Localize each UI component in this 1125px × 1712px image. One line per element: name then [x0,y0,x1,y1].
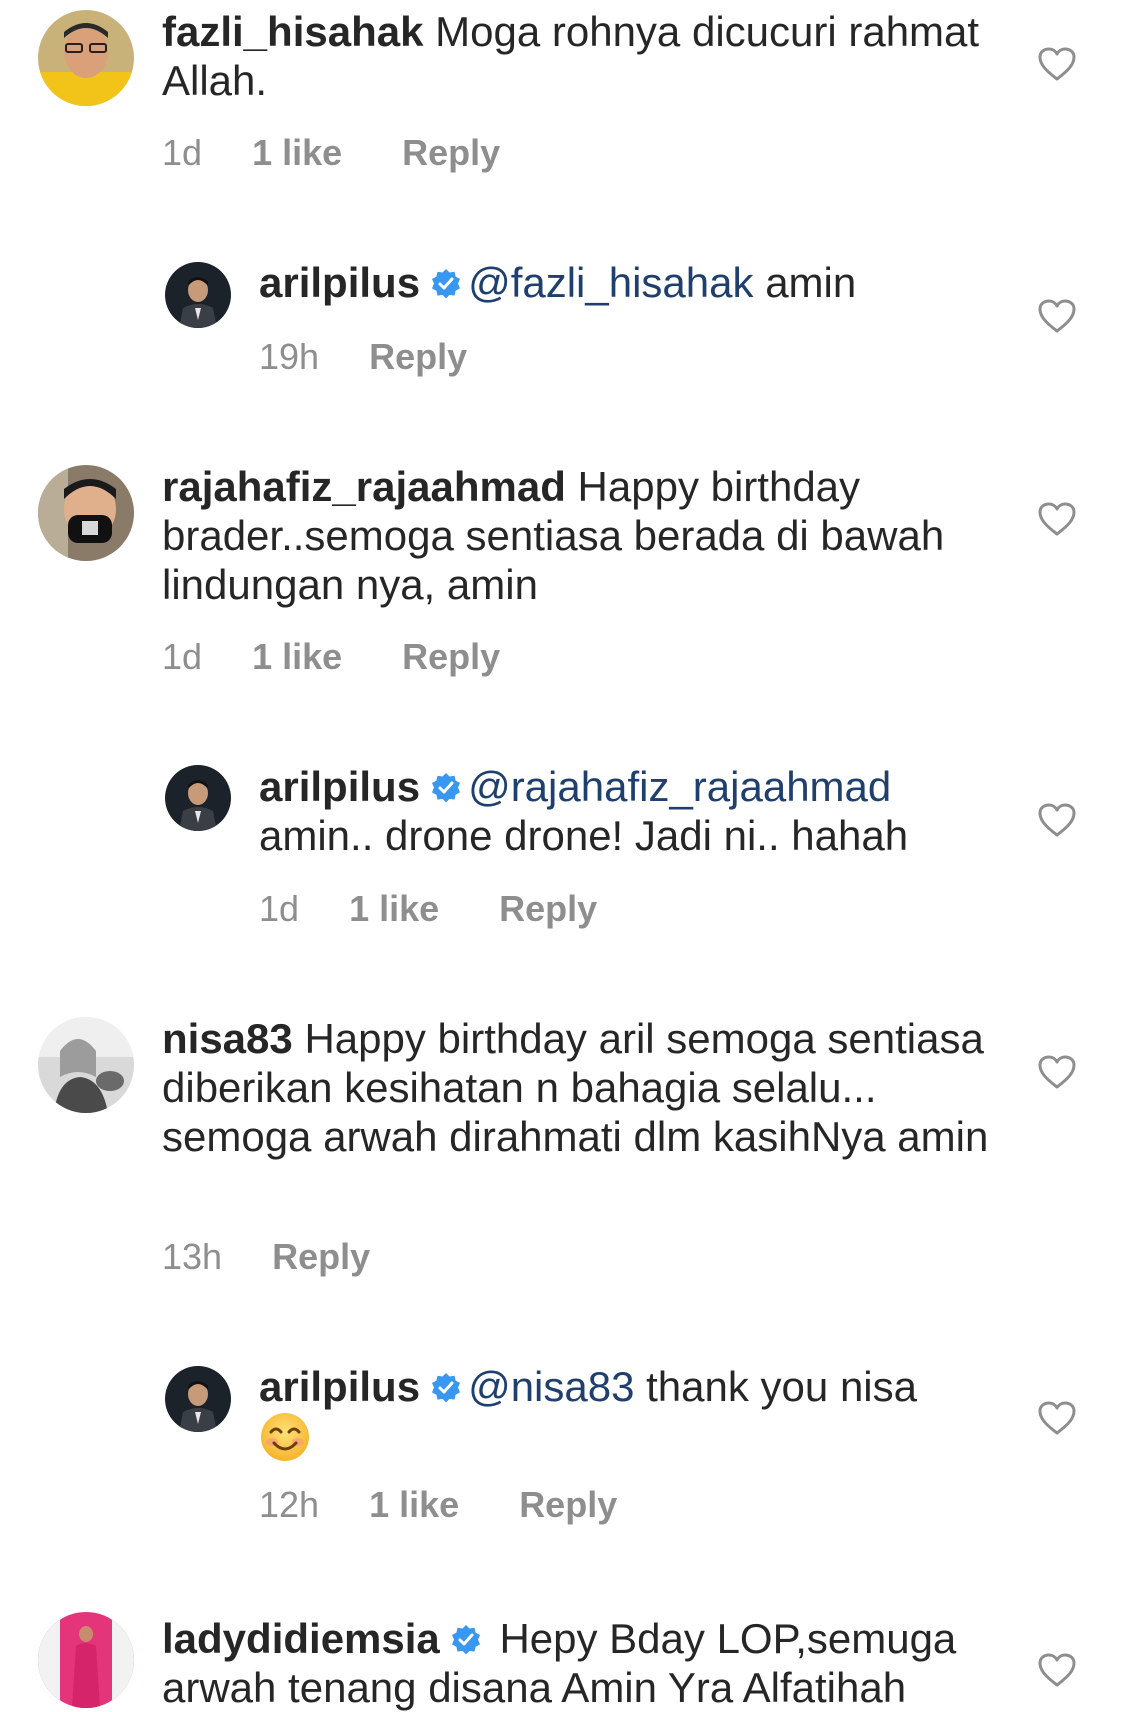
comment-body: arilpilus @fazli_hisahak amin [259,258,999,307]
comment-username[interactable]: arilpilus [259,1363,420,1410]
comment-likes[interactable]: 1 like [369,1484,459,1526]
comment-body: arilpilus @rajahafiz_rajaahmad amin.. dro… [259,762,999,860]
comment-time: 12h [259,1484,320,1525]
reply-button[interactable]: Reply [272,1236,370,1278]
comment-body: ladydidiemsia Hepy Bday LOP,semuga arwah… [162,1614,1002,1712]
comment-username[interactable]: arilpilus [259,259,420,306]
verified-badge-icon [430,772,462,804]
avatar[interactable] [165,262,231,328]
heart-outline-icon[interactable] [1037,1652,1077,1688]
comment-username[interactable]: ladydidiemsia [162,1615,440,1662]
comment-text: thank you nisa [646,1363,917,1410]
comment-meta: 1d 1 like Reply [259,888,597,930]
reply-button[interactable]: Reply [519,1484,617,1526]
comment-text: amin.. drone drone! Jadi ni.. hahah [259,812,909,859]
comment-meta: 12h 1 like Reply [259,1484,617,1526]
verified-badge-icon [430,1372,462,1404]
comment-text: amin [765,259,857,306]
avatar[interactable] [38,465,134,561]
heart-outline-icon[interactable] [1037,46,1077,82]
reply-button[interactable]: Reply [499,888,597,930]
comment-meta: 13h Reply [162,1236,370,1278]
comment-likes[interactable]: 1 like [252,636,342,678]
reply-button[interactable]: Reply [402,132,500,174]
comment-body: arilpilus @nisa83 thank you nisa [259,1362,999,1465]
comment-meta: 1d 1 like Reply [162,636,500,678]
verified-badge-icon [430,268,462,300]
comment-meta: 19h Reply [259,336,467,378]
comment-body: rajahafiz_rajaahmad Happy birthday brade… [162,462,1002,609]
comment-mention[interactable]: @fazli_hisahak [468,259,753,306]
avatar[interactable] [165,765,231,831]
comment-mention[interactable]: @rajahafiz_rajaahmad [468,763,891,810]
reply-button[interactable]: Reply [369,336,467,378]
comment-username[interactable]: fazli_hisahak [162,8,423,55]
verified-badge-icon [450,1624,482,1656]
comment-body: fazli_hisahak Moga rohnya dicucuri rahma… [162,7,1002,105]
comment-likes[interactable]: 1 like [349,888,439,930]
comment-likes[interactable]: 1 like [252,132,342,174]
comment-time: 1d [162,132,203,173]
heart-outline-icon[interactable] [1037,501,1077,537]
comment-mention[interactable]: @nisa83 [468,1363,634,1410]
heart-outline-icon[interactable] [1037,802,1077,838]
smiling-face-emoji [259,1411,311,1463]
comment-username[interactable]: arilpilus [259,763,420,810]
reply-button[interactable]: Reply [402,636,500,678]
avatar[interactable] [38,1612,134,1708]
avatar[interactable] [165,1366,231,1432]
comment-username[interactable]: rajahafiz_rajaahmad [162,463,566,510]
heart-outline-icon[interactable] [1037,1400,1077,1436]
heart-outline-icon[interactable] [1037,1054,1077,1090]
comment-body: nisa83 Happy birthday aril semoga sentia… [162,1014,1002,1161]
comment-meta: 1d 1 like Reply [162,132,500,174]
comment-username[interactable]: nisa83 [162,1015,293,1062]
comment-time: 19h [259,336,320,377]
comment-time: 13h [162,1236,223,1277]
comment-time: 1d [162,636,203,677]
comment-time: 1d [259,888,300,929]
avatar[interactable] [38,1017,134,1113]
avatar[interactable] [38,10,134,106]
heart-outline-icon[interactable] [1037,298,1077,334]
